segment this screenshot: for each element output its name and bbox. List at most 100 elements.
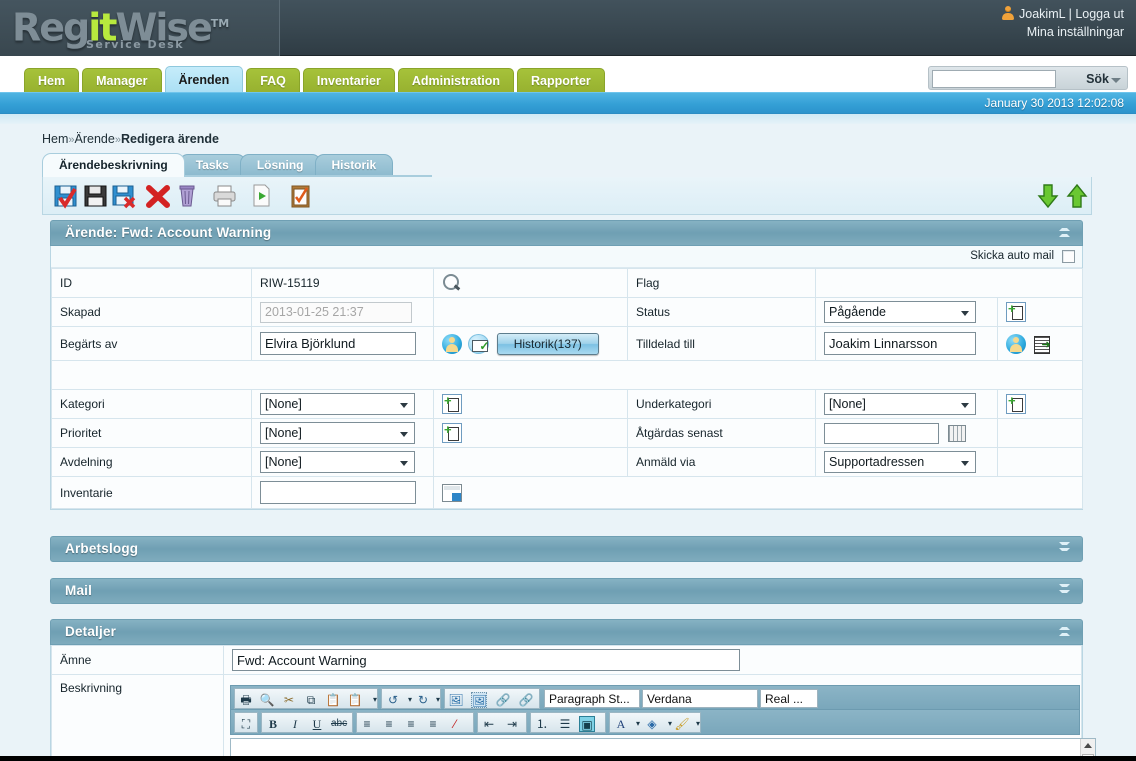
- requested-by-input[interactable]: [260, 332, 416, 355]
- arrow-down-icon[interactable]: [1033, 181, 1063, 211]
- created-input[interactable]: [260, 301, 412, 323]
- inventory-picker-cell: [433, 476, 1083, 509]
- font-size-select[interactable]: Real ...: [760, 689, 818, 708]
- subject-input[interactable]: [232, 649, 740, 671]
- window-search-icon[interactable]: [442, 483, 462, 502]
- indent-decrease-icon[interactable]: ⇤: [481, 716, 497, 732]
- delete-red-x-icon[interactable]: [143, 181, 173, 211]
- scroll-up-icon[interactable]: [1084, 743, 1092, 748]
- checklist-icon[interactable]: [285, 181, 315, 211]
- tab-historik[interactable]: Historik: [314, 154, 394, 176]
- save-as-icon[interactable]: [109, 181, 139, 211]
- new-document-icon[interactable]: [1006, 394, 1026, 414]
- undo-icon[interactable]: ↺: [385, 692, 401, 708]
- nav-tab-inventarier[interactable]: Inventarier: [302, 68, 395, 94]
- print-icon[interactable]: [209, 181, 239, 211]
- trash-bin-icon[interactable]: [172, 181, 202, 211]
- case-panel-header[interactable]: Ärende: Fwd: Account Warning: [50, 220, 1083, 246]
- history-button[interactable]: Historik(137): [496, 332, 599, 355]
- person-icon[interactable]: [1006, 333, 1026, 354]
- details-panel-header[interactable]: Detaljer: [50, 619, 1083, 645]
- run-document-icon[interactable]: [246, 181, 276, 211]
- breadcrumb-item-hem[interactable]: Hem: [42, 132, 68, 146]
- search-input[interactable]: [932, 70, 1056, 88]
- bullet-list-icon[interactable]: ☰: [557, 716, 573, 732]
- align-center-icon[interactable]: ≡: [381, 716, 397, 732]
- logout-link[interactable]: Logga ut: [1075, 7, 1124, 21]
- select-all-icon[interactable]: ⛶: [238, 716, 254, 732]
- tab-arendebeskrivning[interactable]: Ärendebeskrivning: [42, 153, 185, 177]
- mail-panel-expand-icon[interactable]: [1056, 584, 1072, 600]
- arrow-up-icon[interactable]: [1062, 181, 1092, 211]
- redo-icon[interactable]: ↻: [415, 692, 431, 708]
- print-icon[interactable]: 🖶: [238, 692, 254, 708]
- tab-losning[interactable]: Lösning: [239, 154, 321, 176]
- justify-icon[interactable]: ≡: [425, 716, 441, 732]
- remove-link-icon[interactable]: 🔗: [518, 692, 534, 708]
- due-date-input[interactable]: [824, 422, 939, 444]
- regitwise-logo: RegitWiseTM Service Desk: [12, 2, 272, 54]
- highlight-icon[interactable]: 🖌: [674, 716, 690, 732]
- person-icon[interactable]: [442, 333, 462, 354]
- find-icon[interactable]: 🔍: [259, 692, 275, 708]
- mail-confirm-icon[interactable]: [468, 333, 489, 354]
- calendar-icon[interactable]: [948, 425, 967, 443]
- new-document-icon[interactable]: [1006, 302, 1026, 322]
- new-document-icon[interactable]: [442, 394, 462, 414]
- italic-icon[interactable]: I: [287, 716, 303, 732]
- nav-tab-administration[interactable]: Administration: [397, 68, 515, 94]
- worklog-panel-header[interactable]: Arbetslogg: [50, 536, 1083, 562]
- bold-icon[interactable]: B: [265, 716, 281, 732]
- search-icon[interactable]: [442, 273, 462, 293]
- inventory-input[interactable]: [260, 481, 416, 504]
- copy-icon[interactable]: ⧉: [303, 692, 319, 708]
- paste-icon[interactable]: 📋: [325, 692, 341, 708]
- background-color-icon[interactable]: ◈: [644, 716, 660, 732]
- font-family-select[interactable]: Verdana: [642, 689, 758, 708]
- indent-increase-icon[interactable]: ⇥: [504, 716, 520, 732]
- breadcrumb-item-arende[interactable]: Ärende: [75, 132, 115, 146]
- my-settings-link[interactable]: Mina inställningar: [1027, 25, 1124, 39]
- priority-select[interactable]: [None]: [260, 422, 415, 444]
- status-select[interactable]: Pågående: [824, 301, 976, 323]
- insert-image-icon[interactable]: 🖼: [448, 692, 464, 708]
- underline-icon[interactable]: U: [309, 716, 325, 732]
- subcategory-select[interactable]: [None]: [824, 393, 976, 415]
- paragraph-style-select[interactable]: Paragraph St...: [544, 689, 640, 708]
- reported-via-select[interactable]: Supportadressen: [824, 451, 976, 473]
- image-properties-icon[interactable]: 🖼: [471, 692, 487, 708]
- align-left-icon[interactable]: ≡: [359, 716, 375, 732]
- case-panel-collapse-icon[interactable]: [1056, 226, 1072, 242]
- nav-tab-faq[interactable]: FAQ: [246, 68, 300, 94]
- table-row: Kategori [None] Underkategori [None]: [51, 389, 1083, 419]
- mail-panel-header[interactable]: Mail: [50, 578, 1083, 604]
- nav-tab-manager[interactable]: Manager: [82, 68, 162, 94]
- remove-format-icon[interactable]: ⁄: [447, 716, 463, 732]
- chevron-down-icon[interactable]: ▾: [690, 716, 706, 732]
- user-info: JoakimL | Logga ut Mina inställningar: [874, 5, 1124, 41]
- details-panel-collapse-icon[interactable]: [1056, 625, 1072, 641]
- assigned-to-input[interactable]: [824, 332, 976, 355]
- insert-link-icon[interactable]: 🔗: [495, 692, 511, 708]
- numbered-list-icon[interactable]: ⒈: [534, 716, 550, 732]
- nav-tab-arenden[interactable]: Ärenden: [164, 66, 244, 94]
- source-view-icon[interactable]: ▣: [579, 716, 595, 732]
- align-right-icon[interactable]: ≡: [403, 716, 419, 732]
- new-document-icon[interactable]: [442, 423, 462, 443]
- notes-transfer-icon[interactable]: [1033, 334, 1053, 354]
- tab-tasks[interactable]: Tasks: [178, 154, 246, 176]
- strikethrough-icon[interactable]: abc: [331, 716, 347, 732]
- search-button[interactable]: Sök: [1086, 69, 1123, 89]
- department-select[interactable]: [None]: [260, 451, 415, 473]
- worklog-panel-expand-icon[interactable]: [1056, 542, 1072, 558]
- text-color-icon[interactable]: A: [613, 716, 629, 732]
- cut-icon[interactable]: ✂: [281, 692, 297, 708]
- trademark-icon: TM: [210, 17, 230, 30]
- category-select[interactable]: [None]: [260, 393, 415, 415]
- save-and-close-icon[interactable]: [51, 181, 81, 211]
- paste-special-icon[interactable]: 📋: [347, 692, 363, 708]
- save-icon[interactable]: [80, 181, 110, 211]
- nav-tab-rapporter[interactable]: Rapporter: [517, 68, 605, 94]
- nav-tab-hem[interactable]: Hem: [24, 68, 80, 94]
- auto-mail-checkbox[interactable]: [1062, 250, 1075, 263]
